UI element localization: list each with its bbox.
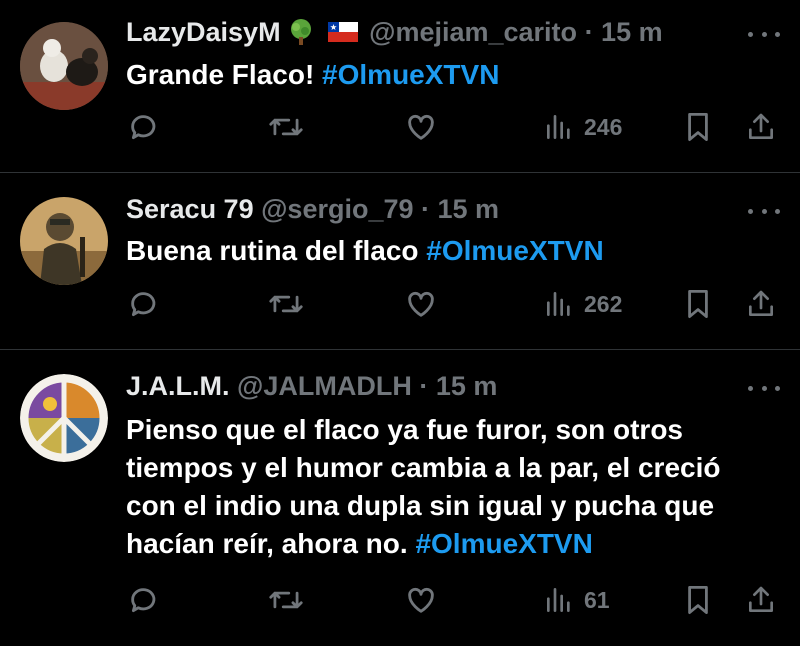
tweet[interactable]: Seracu 79 @sergio_79 · 15 m Buena rutina…: [0, 173, 800, 349]
tweet-header: Seracu 79 @sergio_79 · 15 m: [126, 193, 499, 225]
avatar[interactable]: [20, 374, 108, 462]
reply-button[interactable]: [127, 580, 161, 620]
views-button[interactable]: 262: [544, 284, 622, 324]
tweet[interactable]: LazyDaisyM @mejiam_carito · 15 m Grande …: [0, 0, 800, 172]
views-icon: [547, 115, 570, 139]
retweet-icon: [269, 118, 303, 136]
reply-icon: [131, 588, 156, 613]
timestamp[interactable]: · 15 m: [585, 17, 663, 47]
reply-icon: [131, 115, 156, 140]
reply-button[interactable]: [127, 284, 161, 324]
views-button[interactable]: 61: [544, 580, 610, 620]
bookmark-icon: [688, 113, 708, 141]
like-icon: [408, 114, 434, 140]
like-button[interactable]: [404, 580, 438, 620]
reply-icon: [131, 292, 156, 317]
chile-flag-icon: [327, 21, 358, 42]
avatar-image: [20, 22, 108, 110]
bookmark-button[interactable]: [684, 284, 712, 324]
view-count: 246: [584, 113, 623, 140]
avatar[interactable]: [20, 197, 108, 285]
display-name[interactable]: Seracu 79: [126, 194, 254, 224]
more-icon[interactable]: [748, 24, 780, 44]
like-icon: [408, 291, 434, 317]
display-name[interactable]: LazyDaisyM: [126, 17, 281, 47]
share-button[interactable]: [745, 580, 777, 620]
handle[interactable]: @sergio_79: [261, 194, 413, 224]
action-bar: 61: [0, 580, 800, 620]
like-icon: [408, 587, 434, 613]
handle[interactable]: @mejiam_carito: [369, 17, 577, 47]
tree-emoji-icon: [291, 18, 312, 45]
tweet-body: Grande Flaco!: [126, 59, 323, 90]
views-button[interactable]: 246: [544, 107, 622, 147]
share-icon: [749, 586, 773, 612]
bookmark-button[interactable]: [684, 107, 712, 147]
bookmark-button[interactable]: [684, 580, 712, 620]
views-icon: [547, 588, 570, 612]
retweet-icon: [269, 591, 303, 609]
action-bar: 246: [0, 107, 800, 147]
display-name[interactable]: J.A.L.M.: [126, 371, 230, 401]
more-icon[interactable]: [748, 378, 780, 398]
retweet-button[interactable]: [268, 284, 304, 324]
avatar[interactable]: [20, 22, 108, 110]
tweet-text: Buena rutina del flaco #OlmueXTVN: [126, 232, 786, 270]
tweet-text: Pienso que el flaco ya fue furor, son ot…: [126, 411, 776, 563]
bookmark-icon: [688, 586, 708, 614]
timestamp[interactable]: · 15 m: [419, 371, 497, 401]
reply-button[interactable]: [127, 107, 161, 147]
more-icon[interactable]: [748, 201, 780, 221]
avatar-image: [20, 197, 108, 285]
hashtag-link[interactable]: #OlmueXTVN: [426, 235, 603, 266]
share-icon: [749, 290, 773, 316]
retweet-button[interactable]: [268, 580, 304, 620]
tweet-header: LazyDaisyM @mejiam_carito · 15 m: [126, 16, 663, 48]
hashtag-link[interactable]: #OlmueXTVN: [415, 528, 592, 559]
bookmark-icon: [688, 290, 708, 318]
tweet[interactable]: J.A.L.M. @JALMADLH · 15 m Pienso que el …: [0, 350, 800, 646]
like-button[interactable]: [404, 284, 438, 324]
tweet-header: J.A.L.M. @JALMADLH · 15 m: [126, 370, 497, 402]
share-button[interactable]: [745, 107, 777, 147]
handle[interactable]: @JALMADLH: [237, 371, 412, 401]
avatar-image: [20, 374, 108, 462]
timestamp[interactable]: · 15 m: [421, 194, 499, 224]
hashtag-link[interactable]: #OlmueXTVN: [322, 59, 499, 90]
action-bar: 262: [0, 284, 800, 324]
tweet-text: Grande Flaco! #OlmueXTVN: [126, 56, 786, 94]
retweet-icon: [269, 295, 303, 313]
share-icon: [749, 113, 773, 139]
view-count: 61: [584, 586, 610, 613]
like-button[interactable]: [404, 107, 438, 147]
view-count: 262: [584, 290, 623, 317]
share-button[interactable]: [745, 284, 777, 324]
retweet-button[interactable]: [268, 107, 304, 147]
tweet-body: Buena rutina del flaco: [126, 235, 427, 266]
views-icon: [547, 292, 570, 316]
